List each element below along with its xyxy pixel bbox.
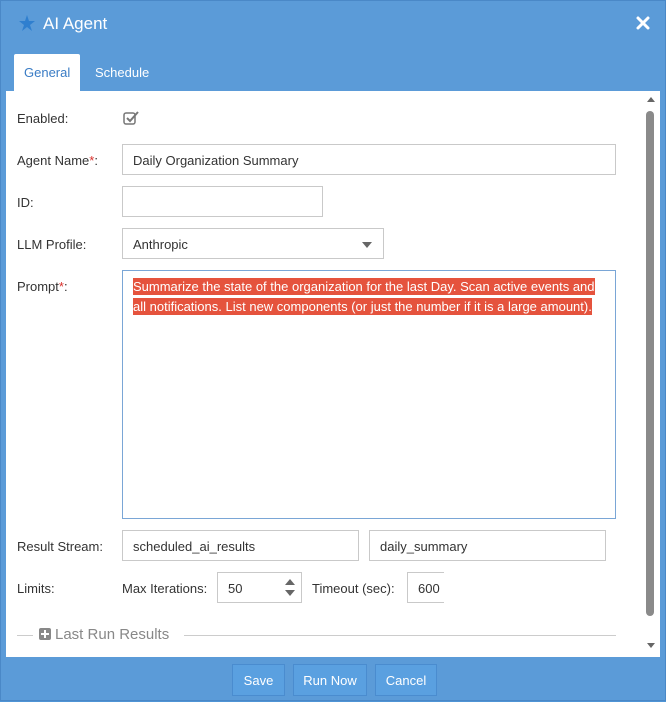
llm-profile-value: Anthropic bbox=[133, 237, 188, 252]
max-iterations-stepper[interactable]: 50 bbox=[217, 572, 302, 603]
result-stream-field[interactable]: scheduled_ai_results bbox=[122, 530, 359, 561]
scrollbar-thumb[interactable] bbox=[646, 111, 654, 616]
agent-name-field[interactable]: Daily Organization Summary bbox=[122, 144, 616, 175]
id-field[interactable] bbox=[122, 186, 323, 217]
max-iterations-label: Max Iterations: bbox=[122, 581, 208, 596]
scroll-up-icon[interactable] bbox=[647, 97, 655, 102]
limits-label: Limits: bbox=[17, 581, 55, 596]
last-run-results-label: Last Run Results bbox=[55, 626, 170, 643]
tab-schedule[interactable]: Schedule bbox=[85, 54, 159, 91]
max-iterations-value: 50 bbox=[228, 581, 243, 596]
chevron-down-icon bbox=[362, 242, 372, 248]
save-button[interactable]: Save bbox=[232, 664, 285, 696]
general-panel: Enabled: Agent Name*: Daily Organization… bbox=[6, 91, 660, 657]
last-run-results-toggle[interactable]: Last Run Results bbox=[39, 626, 169, 643]
agent-name-label: Agent Name*: bbox=[17, 153, 98, 168]
plus-square-icon bbox=[39, 628, 51, 640]
prompt-label: Prompt*: bbox=[17, 279, 68, 294]
timeout-field[interactable]: 600 bbox=[407, 572, 444, 603]
ai-agent-dialog: AI Agent General Schedule Enabled: Agent… bbox=[0, 0, 666, 701]
enabled-label: Enabled: bbox=[17, 111, 69, 126]
prompt-textarea[interactable]: Summarize the state of the organization … bbox=[122, 270, 616, 519]
llm-profile-label: LLM Profile: bbox=[17, 237, 87, 252]
prompt-selected-text: Summarize the state of the organization … bbox=[133, 278, 595, 315]
dialog-footer: Save Run Now Cancel bbox=[1, 657, 665, 702]
llm-profile-select[interactable]: Anthropic bbox=[122, 228, 384, 259]
divider-left bbox=[17, 635, 33, 636]
result-stream-key-field[interactable]: daily_summary bbox=[369, 530, 606, 561]
tab-bar: General Schedule bbox=[1, 53, 665, 91]
id-label: ID: bbox=[17, 195, 34, 210]
divider-right bbox=[184, 635, 616, 636]
result-stream-label: Result Stream: bbox=[17, 539, 103, 554]
close-icon[interactable] bbox=[635, 15, 651, 31]
enabled-checkbox[interactable] bbox=[123, 111, 139, 125]
run-now-button[interactable]: Run Now bbox=[293, 664, 367, 696]
cancel-button[interactable]: Cancel bbox=[375, 664, 437, 696]
vertical-scrollbar[interactable] bbox=[642, 91, 660, 657]
scroll-down-icon[interactable] bbox=[647, 643, 655, 648]
dialog-titlebar[interactable]: AI Agent bbox=[1, 1, 665, 49]
timeout-label: Timeout (sec): bbox=[312, 581, 395, 596]
stepper-arrows-icon[interactable] bbox=[285, 579, 295, 597]
tab-general[interactable]: General bbox=[14, 54, 80, 91]
dialog-title: AI Agent bbox=[43, 14, 108, 33]
star-icon bbox=[19, 15, 35, 31]
